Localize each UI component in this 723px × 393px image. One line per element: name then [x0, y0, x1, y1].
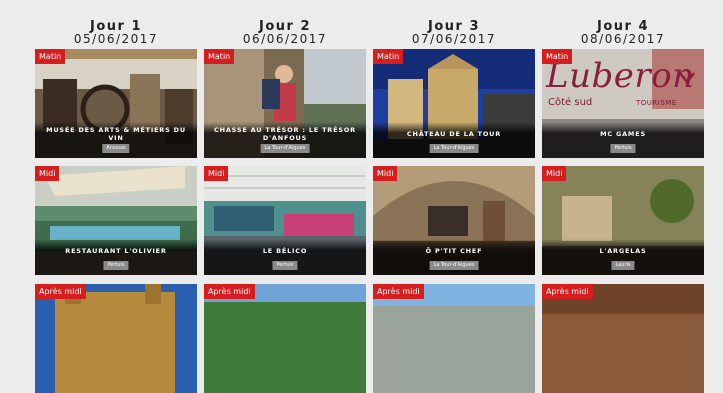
itinerary: Jour 1 05/06/2017 Matin MUSÉE DES ARTS &…: [0, 0, 723, 393]
location-badge: Pertuis: [272, 261, 298, 270]
day-date: 05/06/2017: [73, 32, 159, 46]
time-tag: Midi: [204, 166, 229, 181]
day-date: 06/06/2017: [242, 32, 328, 46]
day-column-2: Jour 2 06/06/2017 Matin CHASSE AU TRÉSOR…: [204, 0, 366, 393]
activity-title: LE BÉLICO: [262, 247, 308, 255]
logo-subtext-right: TOURISME: [636, 99, 677, 107]
activity-card-afternoon[interactable]: Après midi: [35, 284, 197, 393]
time-tag: Midi: [35, 166, 60, 181]
time-tag: Matin: [542, 49, 573, 64]
day-header: Jour 4 08/06/2017: [542, 20, 704, 46]
day-date: 08/06/2017: [580, 32, 666, 46]
location-badge: Pertuis: [610, 144, 636, 153]
time-tag: Matin: [373, 49, 404, 64]
activity-card-morning[interactable]: Luberon Côté sud TOURISME Matin MC GAMES…: [542, 49, 704, 158]
day-column-1: Jour 1 05/06/2017 Matin MUSÉE DES ARTS &…: [35, 0, 197, 393]
activity-photo: [204, 284, 366, 393]
day-header: Jour 1 05/06/2017: [35, 20, 197, 46]
location-badge: La Tour-d'Aigues: [429, 261, 479, 270]
activity-card-noon[interactable]: Midi LE BÉLICO Pertuis: [204, 166, 366, 275]
day-header: Jour 2 06/06/2017: [204, 20, 366, 46]
time-tag: Matin: [204, 49, 235, 64]
activity-card-afternoon[interactable]: Après midi: [373, 284, 535, 393]
luberon-logo: Luberon Côté sud TOURISME: [546, 57, 696, 117]
location-badge: Pertuis: [103, 261, 129, 270]
activity-photo: [542, 284, 704, 393]
location-badge: Ansouis: [102, 144, 130, 153]
location-badge: La Tour-d'Aigues: [260, 144, 310, 153]
location-badge: Lauris: [611, 261, 635, 270]
time-tag: Matin: [35, 49, 66, 64]
time-tag: Après midi: [542, 284, 593, 299]
activity-card-noon[interactable]: Midi RESTAURANT L'OLIVIER Pertuis: [35, 166, 197, 275]
activity-title: CHÂTEAU DE LA TOUR: [406, 130, 502, 138]
activity-photo: [373, 284, 535, 393]
time-tag: Midi: [542, 166, 567, 181]
activity-card-morning[interactable]: Matin CHASSE AU TRÉSOR : LE TRÉSOR D'ANF…: [204, 49, 366, 158]
time-tag: Après midi: [35, 284, 86, 299]
day-header: Jour 3 07/06/2017: [373, 20, 535, 46]
day-column-3: Jour 3 07/06/2017 Matin CHÂTEAU DE LA TO…: [373, 0, 535, 393]
time-tag: Midi: [373, 166, 398, 181]
activity-title: CHASSE AU TRÉSOR : LE TRÉSOR D'ANFOUS: [214, 126, 356, 142]
logo-subtext-left: Côté sud: [548, 97, 593, 108]
activity-card-afternoon[interactable]: Après midi: [204, 284, 366, 393]
activity-title: L'ARGELAS: [599, 247, 647, 255]
activity-card-morning[interactable]: Matin CHÂTEAU DE LA TOUR La Tour-d'Aigue…: [373, 49, 535, 158]
activity-card-morning[interactable]: Matin MUSÉE DES ARTS & MÉTIERS DU VIN An…: [35, 49, 197, 158]
activity-card-noon[interactable]: Midi Ô P'TIT CHEF La Tour-d'Aigues: [373, 166, 535, 275]
activity-card-afternoon[interactable]: Après midi: [542, 284, 704, 393]
location-badge: La Tour-d'Aigues: [429, 144, 479, 153]
activity-card-noon[interactable]: Midi L'ARGELAS Lauris: [542, 166, 704, 275]
time-tag: Après midi: [373, 284, 424, 299]
time-tag: Après midi: [204, 284, 255, 299]
activity-title: Ô P'TIT CHEF: [425, 247, 483, 255]
activity-title: MUSÉE DES ARTS & MÉTIERS DU VIN: [46, 126, 186, 142]
day-date: 07/06/2017: [411, 32, 497, 46]
activity-title: MC GAMES: [600, 130, 646, 138]
chevron-down-icon: [679, 72, 695, 85]
activity-title: RESTAURANT L'OLIVIER: [65, 247, 167, 255]
activity-photo: [35, 284, 197, 393]
day-column-4: Jour 4 08/06/2017 Luberon Côté sud TOURI…: [542, 0, 704, 393]
